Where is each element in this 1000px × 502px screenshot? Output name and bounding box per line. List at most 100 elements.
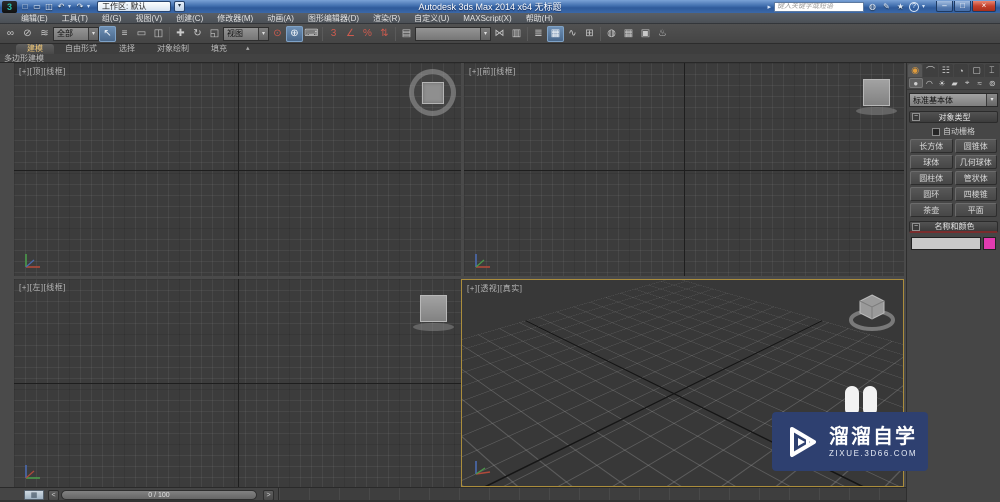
viewcube-home-icon[interactable] bbox=[849, 292, 895, 332]
viewport-front[interactable]: [+][前][线框] bbox=[464, 63, 904, 276]
snaps-toggle-icon[interactable]: 3 bbox=[325, 26, 342, 42]
minimize-button[interactable]: – bbox=[936, 1, 953, 12]
named-selection-sets-dropdown[interactable]: ▾ bbox=[415, 26, 491, 41]
rectangular-selection-region-icon[interactable]: ▭ bbox=[133, 26, 150, 42]
unlink-selection-icon[interactable]: ⊘ bbox=[19, 26, 36, 42]
viewport-label-left[interactable]: [+][左][线框] bbox=[19, 282, 66, 293]
plane-button[interactable]: 平面 bbox=[954, 203, 997, 217]
lights-category-icon[interactable]: ☀ bbox=[936, 78, 948, 88]
viewport-label-front[interactable]: [+][前][线框] bbox=[469, 66, 516, 77]
undo-icon[interactable]: ↶ bbox=[56, 2, 66, 11]
track-bar-icon[interactable]: ▦ bbox=[24, 490, 44, 500]
cylinder-button[interactable]: 圆柱体 bbox=[910, 171, 953, 185]
next-frame-button[interactable]: > bbox=[263, 489, 274, 501]
menu-animation[interactable]: 动画(A) bbox=[260, 13, 301, 24]
ribbon-tab-object-paint[interactable]: 对象绘制 bbox=[146, 44, 200, 54]
object-color-swatch[interactable] bbox=[983, 237, 996, 250]
mirror-icon[interactable]: ⋈ bbox=[491, 26, 508, 42]
utilities-tab-icon[interactable]: ⌶ bbox=[984, 64, 999, 77]
menu-create[interactable]: 创建(C) bbox=[169, 13, 210, 24]
box-button[interactable]: 长方体 bbox=[910, 139, 953, 153]
rendered-frame-window-icon[interactable]: ▣ bbox=[637, 26, 654, 42]
menu-maxscript[interactable]: MAXScript(X) bbox=[456, 13, 518, 24]
menu-rendering[interactable]: 渲染(R) bbox=[366, 13, 407, 24]
new-file-icon[interactable]: □ bbox=[20, 2, 30, 11]
community-icon[interactable]: ✎ bbox=[881, 2, 892, 11]
object-name-field[interactable] bbox=[911, 237, 981, 250]
maximize-button[interactable]: □ bbox=[954, 1, 971, 12]
torus-button[interactable]: 圆环 bbox=[910, 187, 953, 201]
menu-group[interactable]: 组(G) bbox=[95, 13, 129, 24]
geometry-category-icon[interactable]: ● bbox=[909, 78, 923, 88]
sphere-button[interactable]: 球体 bbox=[910, 155, 953, 169]
teapot-button[interactable]: 茶壶 bbox=[910, 203, 953, 217]
keyboard-shortcut-override-icon[interactable]: ⌨ bbox=[303, 26, 320, 42]
undo-dropdown-icon[interactable]: ▾ bbox=[68, 3, 73, 10]
time-slider[interactable]: 0 / 100 bbox=[61, 490, 257, 500]
viewport-label-perspective[interactable]: [+][透视][真实] bbox=[467, 283, 523, 294]
spinner-snap-icon[interactable]: ⇅ bbox=[376, 26, 393, 42]
modify-tab-icon[interactable]: ⌒ bbox=[923, 64, 938, 77]
render-production-icon[interactable]: ♨ bbox=[654, 26, 671, 42]
cone-button[interactable]: 圆锥体 bbox=[954, 139, 997, 153]
help-icon[interactable]: ? bbox=[909, 1, 919, 12]
ribbon-tab-selection[interactable]: 选择 bbox=[108, 44, 146, 54]
redo-dropdown-icon[interactable]: ▾ bbox=[87, 3, 92, 10]
viewport-top[interactable]: [+][顶][线框] bbox=[14, 63, 461, 276]
workspace-selector[interactable]: 工作区: 默认 bbox=[97, 1, 171, 12]
select-and-scale-icon[interactable]: ◱ bbox=[206, 26, 223, 42]
viewcube-top-icon[interactable] bbox=[409, 69, 456, 116]
pyramid-button[interactable]: 四棱锥 bbox=[954, 187, 997, 201]
help-dropdown-icon[interactable]: ▾ bbox=[922, 3, 927, 10]
viewport-left[interactable]: [+][左][线框] bbox=[14, 279, 461, 487]
angle-snap-icon[interactable]: ∠ bbox=[342, 26, 359, 42]
open-file-icon[interactable]: ▭ bbox=[32, 2, 42, 11]
favorites-icon[interactable]: ★ bbox=[895, 2, 906, 11]
window-crossing-icon[interactable]: ◫ bbox=[150, 26, 167, 42]
object-type-rollout-header[interactable]: − 对象类型 bbox=[909, 111, 998, 123]
geosphere-button[interactable]: 几何球体 bbox=[954, 155, 997, 169]
tube-button[interactable]: 管状体 bbox=[954, 171, 997, 185]
use-pivot-point-icon[interactable]: ⊙ bbox=[269, 26, 286, 42]
percent-snap-icon[interactable]: % bbox=[359, 26, 376, 42]
reference-coordinate-dropdown[interactable]: 视图 ▾ bbox=[223, 26, 269, 41]
ribbon-collapse-icon[interactable]: ▴ bbox=[246, 44, 250, 54]
menu-edit[interactable]: 编辑(E) bbox=[14, 13, 55, 24]
select-and-manipulate-icon[interactable]: ⊕ bbox=[286, 25, 303, 42]
edit-named-selection-sets-icon[interactable]: ▤ bbox=[398, 26, 415, 42]
select-and-rotate-icon[interactable]: ↻ bbox=[189, 26, 206, 42]
primitive-category-dropdown[interactable]: 标准基本体 ▾ bbox=[909, 93, 998, 107]
bind-to-space-warp-icon[interactable]: ≋ bbox=[36, 26, 53, 42]
workspace-dropdown-icon[interactable]: ▾ bbox=[174, 1, 185, 12]
menu-graph-editors[interactable]: 图形编辑器(D) bbox=[301, 13, 366, 24]
menu-views[interactable]: 视图(V) bbox=[128, 13, 169, 24]
autogrid-checkbox[interactable] bbox=[932, 127, 940, 136]
selection-filter-dropdown[interactable]: 全部 ▾ bbox=[53, 26, 99, 41]
create-tab-icon[interactable]: ◉ bbox=[908, 64, 923, 77]
polygon-modeling-panel-label[interactable]: 多边形建模 bbox=[4, 54, 44, 63]
previous-frame-button[interactable]: < bbox=[48, 489, 59, 501]
menu-modifiers[interactable]: 修改器(M) bbox=[210, 13, 260, 24]
curve-editor-icon[interactable]: ∿ bbox=[564, 26, 581, 42]
menu-help[interactable]: 帮助(H) bbox=[519, 13, 560, 24]
ribbon-tab-freeform[interactable]: 自由形式 bbox=[54, 44, 108, 54]
viewport-label-top[interactable]: [+][顶][线框] bbox=[19, 66, 66, 77]
spacewarps-category-icon[interactable]: ≈ bbox=[974, 78, 986, 88]
save-file-icon[interactable]: ◫ bbox=[44, 2, 54, 11]
menu-tools[interactable]: 工具(T) bbox=[55, 13, 95, 24]
helpers-category-icon[interactable]: ⌖ bbox=[961, 78, 973, 88]
viewcube-front-icon[interactable] bbox=[856, 79, 897, 119]
app-logo-icon[interactable]: 3 bbox=[2, 0, 17, 13]
systems-category-icon[interactable]: ⊚ bbox=[986, 78, 998, 88]
material-editor-icon[interactable]: ◍ bbox=[603, 26, 620, 42]
redo-icon[interactable]: ↷ bbox=[75, 2, 85, 11]
select-object-icon[interactable]: ↖ bbox=[99, 25, 116, 42]
viewcube-left-icon[interactable] bbox=[413, 295, 454, 335]
search-input[interactable] bbox=[774, 1, 864, 12]
render-setup-icon[interactable]: ▦ bbox=[620, 26, 637, 42]
ribbon-tab-populate[interactable]: 填充 bbox=[200, 44, 238, 54]
cameras-category-icon[interactable]: ▰ bbox=[949, 78, 961, 88]
layer-manager-icon[interactable]: ≣ bbox=[530, 26, 547, 42]
graphite-ribbon-toggle-icon[interactable]: ▦ bbox=[547, 25, 564, 42]
select-by-name-icon[interactable]: ≡ bbox=[116, 26, 133, 42]
